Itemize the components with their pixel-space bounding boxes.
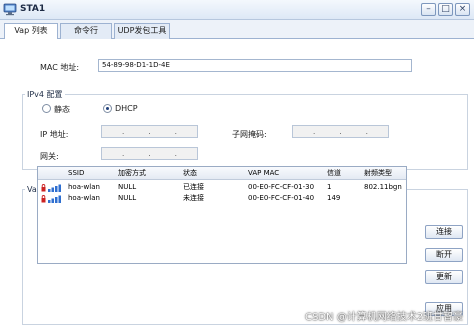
tab-content: MAC 地址: 54-89-98-D1-1D-4E IPv4 配置 静态 DHC… [0, 39, 474, 329]
gateway-dot: . [121, 149, 125, 158]
vap-table: SSID 加密方式 状态 VAP MAC 信道 射频类型 hoa-wlan NU… [37, 166, 407, 264]
mac-label: MAC 地址: [40, 63, 80, 72]
column-header-status: 状态 [183, 169, 197, 177]
gateway-field[interactable]: . . . [101, 147, 198, 160]
maximize-icon: □ [441, 4, 450, 14]
ip-dot: . [174, 127, 178, 136]
window-title: STA1 [20, 4, 46, 14]
tab-command-line[interactable]: 命令行 [60, 23, 112, 39]
close-icon: × [458, 4, 467, 14]
cell-radio-type: 802.11bgn [364, 183, 402, 191]
cell-vap-mac: 00-E0-FC-CF-01-30 [248, 183, 315, 191]
mask-dot: . [339, 127, 342, 136]
maximize-button[interactable]: □ [438, 3, 453, 16]
static-radio[interactable] [42, 104, 51, 113]
cell-encryption: NULL [118, 183, 137, 191]
cell-channel: 1 [327, 183, 332, 191]
close-button[interactable]: × [455, 3, 470, 16]
cell-ssid: hoa-wlan [68, 194, 100, 202]
tab-vap-list[interactable]: Vap 列表 [4, 23, 58, 40]
dhcp-radio[interactable] [103, 104, 112, 113]
minimize-button[interactable]: – [421, 3, 436, 16]
table-row[interactable]: hoa-wlan NULL 未连接 00-E0-FC-CF-01-40 149 [38, 193, 406, 204]
mask-dot: . [312, 127, 316, 136]
ip-dot: . [121, 127, 125, 136]
cell-status: 已连接 [183, 183, 204, 191]
watermark-text: CSDN @计算机网络技术2班甘智豪 [305, 312, 464, 323]
cell-channel: 149 [327, 194, 341, 202]
computer-icon [3, 3, 17, 16]
column-header-ssid: SSID [68, 169, 85, 177]
cell-encryption: NULL [118, 194, 137, 202]
gateway-label: 网关: [40, 152, 59, 161]
connect-button[interactable]: 连接 [425, 225, 463, 239]
cell-ssid: hoa-wlan [68, 183, 100, 191]
table-header: SSID 加密方式 状态 VAP MAC 信道 射频类型 [38, 167, 406, 180]
refresh-button[interactable]: 更新 [425, 270, 463, 284]
mac-address-field[interactable]: 54-89-98-D1-1D-4E [98, 59, 412, 72]
ip-address-field[interactable]: . . . [101, 125, 198, 138]
column-header-radio-type: 射频类型 [364, 169, 392, 177]
static-label: 静态 [54, 105, 70, 114]
tab-bar: Vap 列表 命令行 UDP发包工具 [0, 20, 474, 40]
disconnect-button[interactable]: 断开 [425, 248, 463, 262]
ipv4-config-legend: IPv4 配置 [25, 89, 65, 100]
ip-address-label: IP 地址: [40, 130, 69, 139]
mask-dot: . [365, 127, 369, 136]
ip-dot: . [148, 127, 151, 136]
gateway-dot: . [148, 149, 151, 158]
cell-status: 未连接 [183, 194, 204, 202]
column-header-encryption: 加密方式 [118, 169, 146, 177]
subnet-mask-field[interactable]: . . . [292, 125, 389, 138]
radio-selected-dot [106, 107, 109, 110]
table-row[interactable]: hoa-wlan NULL 已连接 00-E0-FC-CF-01-30 1 80… [38, 182, 406, 193]
column-header-vap-mac: VAP MAC [248, 169, 280, 177]
subnet-mask-label: 子网掩码: [232, 130, 267, 139]
minimize-icon: – [426, 4, 431, 14]
tab-udp-tool[interactable]: UDP发包工具 [114, 23, 170, 39]
cell-vap-mac: 00-E0-FC-CF-01-40 [248, 194, 315, 202]
lock-signal-icon [41, 195, 61, 203]
column-header-channel: 信道 [327, 169, 341, 177]
title-bar: STA1 – □ × [0, 0, 474, 20]
lock-signal-icon [41, 184, 61, 192]
dhcp-label: DHCP [115, 104, 138, 113]
gateway-dot: . [174, 149, 178, 158]
